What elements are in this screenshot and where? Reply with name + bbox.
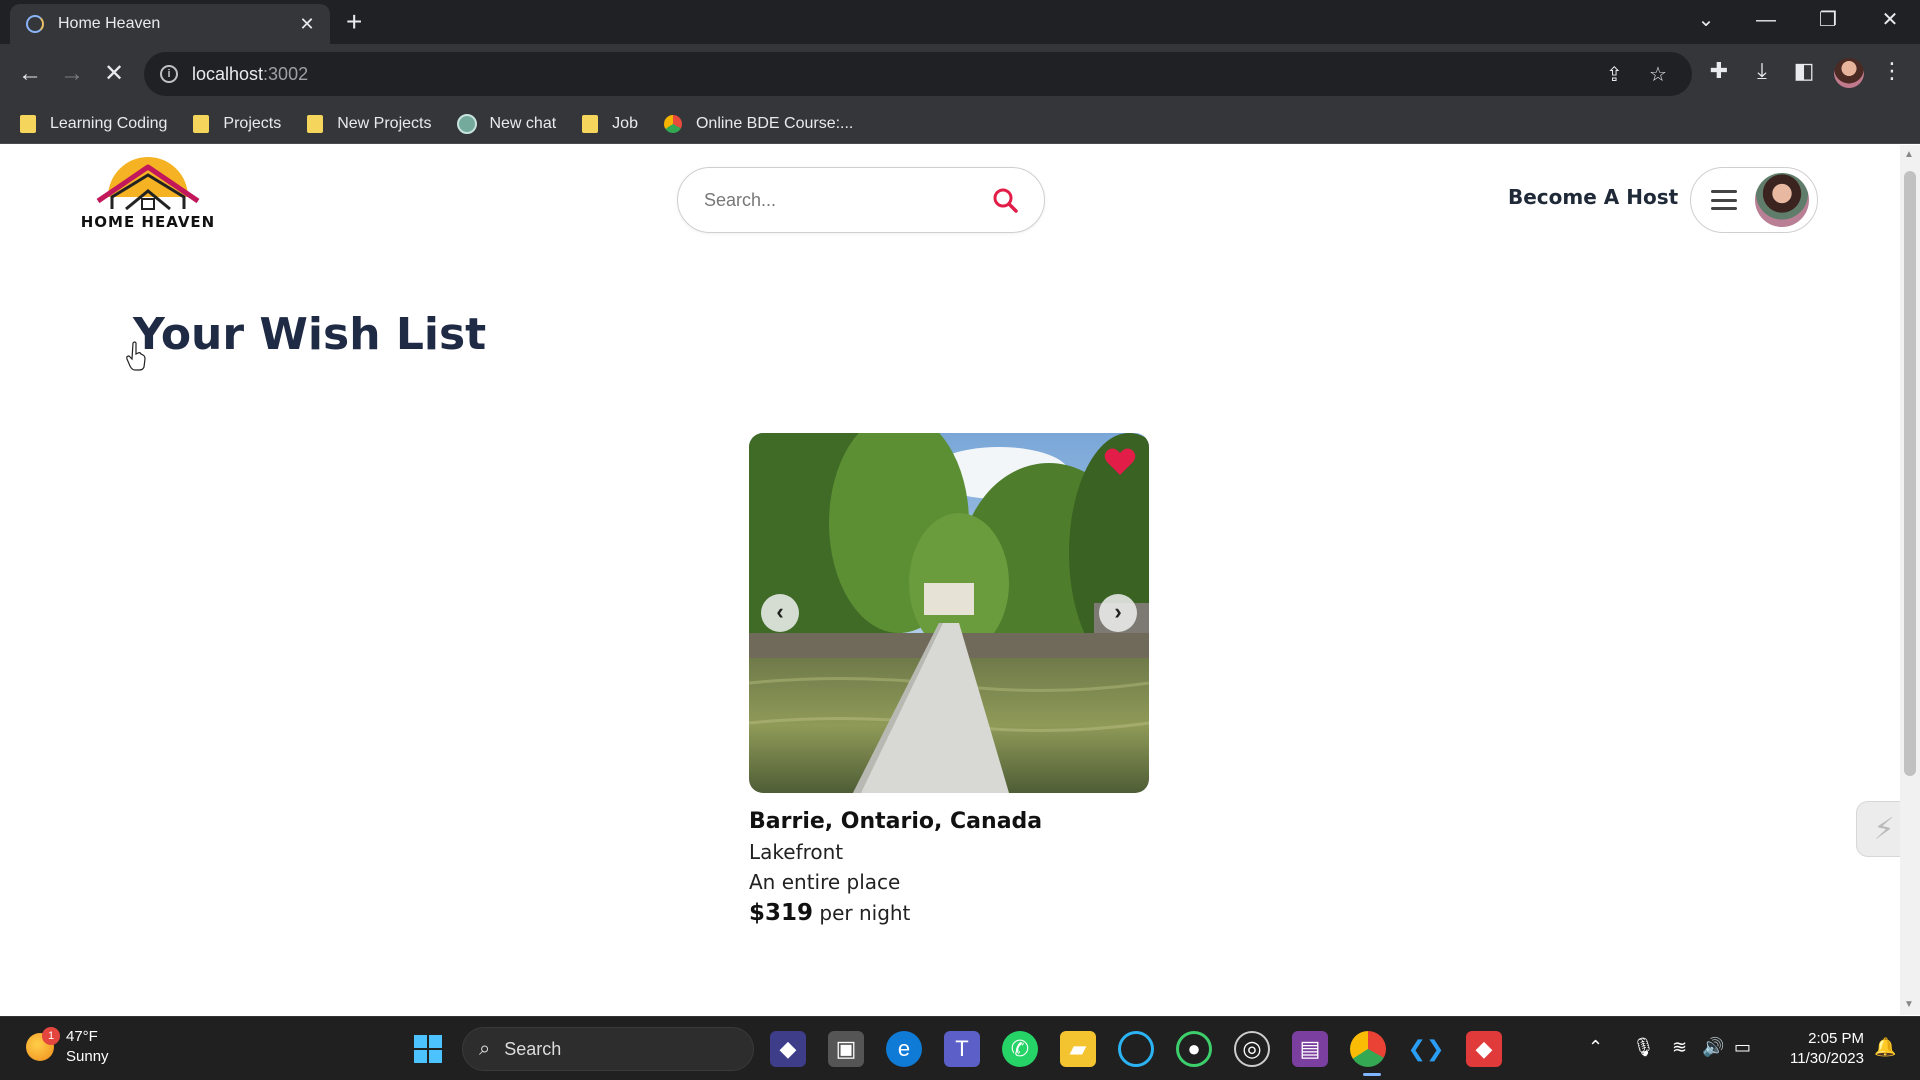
listing-type: An entire place — [749, 870, 901, 894]
battery-icon[interactable]: ▭ — [1734, 1037, 1751, 1058]
back-icon[interactable]: ← — [14, 58, 46, 90]
search-icon[interactable] — [992, 187, 1018, 213]
close-window-icon[interactable]: ✕ — [1870, 4, 1910, 36]
new-tab-icon[interactable]: + — [346, 6, 362, 38]
folder-icon — [20, 114, 36, 133]
taskbar-search-label: Search — [504, 1038, 562, 1059]
become-a-host-link[interactable]: Become A Host — [1508, 185, 1678, 209]
tab-title: Home Heaven — [58, 15, 161, 32]
browser-profile-avatar[interactable] — [1834, 58, 1864, 88]
listing-card[interactable]: ‹ › Barrie, Ontario, Canada Lakefront An… — [749, 433, 1149, 926]
web-page: HOME HEAVEN Become A Host Your Wish List — [0, 145, 1912, 1015]
bookmark-new-chat[interactable]: New chat — [457, 113, 556, 134]
browser-toolbar: ← → ✕ i localhost:3002 ⇪ ☆ ✚ ⤓ ◧ ⋮ — [0, 44, 1920, 104]
whatsapp-icon[interactable]: ✆ — [1002, 1031, 1038, 1067]
tab-close-icon[interactable]: ✕ — [296, 14, 318, 35]
sun-icon: 1 — [26, 1027, 60, 1061]
search-bar[interactable] — [677, 167, 1045, 233]
minimize-icon[interactable]: — — [1746, 4, 1786, 36]
teams-icon[interactable]: T — [944, 1031, 980, 1067]
url-text[interactable]: localhost:3002 — [192, 64, 308, 85]
chrome-icon[interactable] — [1350, 1031, 1386, 1067]
folder-icon — [307, 114, 324, 133]
wifi-icon[interactable]: ≋ — [1672, 1037, 1687, 1058]
bookmark-new-projects[interactable]: New Projects — [307, 114, 431, 133]
favorite-heart-icon[interactable] — [1104, 447, 1136, 477]
copilot-app-icon[interactable]: ◆ — [770, 1031, 806, 1067]
extensions-icon[interactable]: ✚ — [1703, 58, 1735, 84]
edge-browser-icon[interactable]: e — [886, 1031, 922, 1067]
volume-icon[interactable]: 🔊 — [1702, 1037, 1724, 1058]
tray-overflow-icon[interactable]: ⌃ — [1588, 1037, 1603, 1058]
user-menu-button[interactable] — [1690, 167, 1818, 233]
download-icon[interactable]: ⤓ — [1746, 58, 1778, 84]
cortana-icon[interactable] — [1118, 1031, 1154, 1067]
folder-icon — [193, 114, 210, 133]
listing-price: $319 — [749, 900, 814, 926]
windows-taskbar: 1 47°F Sunny ⌕ Search ◆ ▣ e T ✆ ▰ ● ◎ ▤ … — [0, 1016, 1920, 1080]
bookmarks-bar: Learning Coding Projects New Projects Ne… — [0, 104, 1920, 144]
carousel-next-button[interactable]: › — [1099, 594, 1137, 632]
clock-date: 11/30/2023 — [1790, 1050, 1864, 1067]
tab-search-chevron-icon[interactable]: ⌄ — [1686, 4, 1726, 36]
taskbar-search[interactable]: ⌕ Search — [462, 1027, 754, 1071]
search-icon: ⌕ — [479, 1037, 491, 1060]
file-explorer-icon[interactable]: ▰ — [1060, 1031, 1096, 1067]
clipchamp-icon[interactable]: ▤ — [1292, 1031, 1328, 1067]
bookmark-job[interactable]: Job — [582, 114, 638, 133]
notification-badge: 1 — [42, 1027, 60, 1045]
anydesk-icon[interactable]: ◆ — [1466, 1031, 1502, 1067]
listing-image[interactable]: ‹ › — [749, 433, 1149, 793]
side-panel-icon[interactable]: ◧ — [1788, 58, 1820, 84]
search-input[interactable] — [704, 189, 992, 211]
bookmark-projects[interactable]: Projects — [193, 114, 281, 133]
listing-price-row: $319 per night — [749, 900, 1149, 926]
price-suffix: per night — [819, 901, 911, 925]
listing-location: Barrie, Ontario, Canada — [749, 809, 1043, 834]
stop-loading-icon[interactable]: ✕ — [98, 58, 130, 90]
listing-category: Lakefront — [749, 840, 844, 864]
clock-time: 2:05 PM — [1808, 1030, 1864, 1047]
hamburger-menu-icon — [1711, 190, 1737, 210]
page-scrollbar[interactable]: ▲ ▼ — [1900, 145, 1920, 1015]
page-title: Your Wish List — [133, 309, 487, 360]
course-icon — [663, 114, 682, 133]
weather-temp: 47°F — [66, 1028, 98, 1045]
avatar — [1755, 173, 1809, 227]
microphone-icon[interactable]: 🎙 — [1632, 1037, 1655, 1058]
task-view-icon[interactable]: ▣ — [828, 1031, 864, 1067]
browser-tab[interactable]: Home Heaven ✕ — [10, 4, 330, 44]
notifications-icon[interactable]: 🔔 — [1874, 1037, 1896, 1058]
scroll-up-icon[interactable]: ▲ — [1904, 149, 1914, 160]
restore-icon[interactable]: ❐ — [1808, 4, 1848, 36]
browser-tab-bar: Home Heaven ✕ + ⌄ — ❐ ✕ — [0, 0, 1920, 44]
tab-favicon-icon — [26, 15, 44, 33]
vscode-icon[interactable]: ❮❯ — [1408, 1031, 1445, 1067]
weather-desc: Sunny — [66, 1048, 109, 1065]
chrome-active-indicator — [1363, 1073, 1381, 1076]
lakefront-photo — [749, 433, 1149, 793]
browser-menu-icon[interactable]: ⋮ — [1876, 58, 1908, 84]
clock[interactable]: 2:05 PM 11/30/2023 — [1780, 1029, 1864, 1069]
record-app-icon[interactable]: ● — [1176, 1031, 1212, 1067]
logo-house-icon — [96, 157, 200, 211]
bookmark-online-bde-course[interactable]: Online BDE Course:... — [663, 114, 853, 133]
scroll-thumb[interactable] — [1904, 171, 1916, 776]
site-info-icon[interactable]: i — [160, 65, 178, 83]
carousel-prev-button[interactable]: ‹ — [761, 594, 799, 632]
scroll-down-icon[interactable]: ▼ — [1904, 999, 1914, 1010]
obs-icon[interactable]: ◎ — [1234, 1031, 1270, 1067]
folder-icon — [582, 114, 599, 133]
address-bar[interactable]: i localhost:3002 ⇪ ☆ — [144, 52, 1692, 96]
logo-text: HOME HEAVEN — [80, 213, 216, 231]
share-icon[interactable]: ⇪ — [1606, 62, 1623, 87]
bookmark-learning-coding[interactable]: Learning Coding — [20, 114, 167, 133]
hand-cursor-icon — [126, 341, 146, 371]
bookmark-star-icon[interactable]: ☆ — [1649, 62, 1667, 87]
windows-start-icon[interactable] — [410, 1031, 446, 1067]
home-heaven-logo[interactable]: HOME HEAVEN — [78, 157, 218, 237]
chatgpt-icon — [457, 113, 478, 134]
weather-widget[interactable]: 1 47°F Sunny — [26, 1027, 109, 1067]
forward-icon[interactable]: → — [56, 58, 88, 90]
